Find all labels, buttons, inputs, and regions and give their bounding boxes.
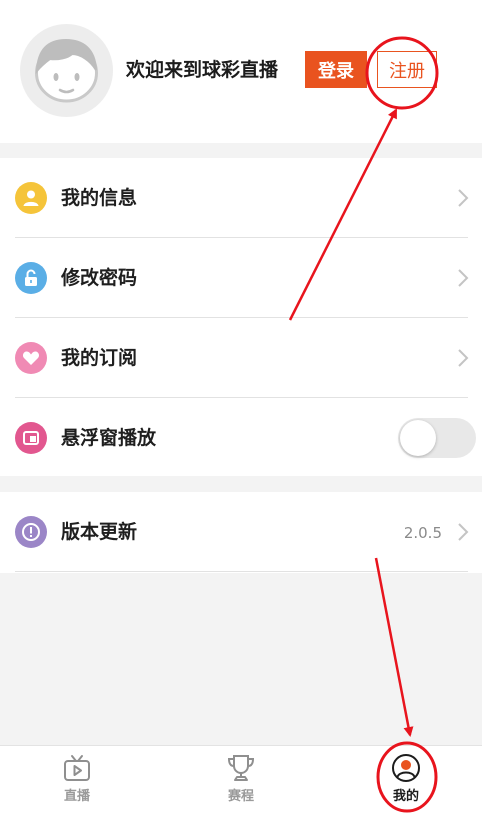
menu-item-version-update[interactable]: 版本更新 2.0.5 xyxy=(0,492,482,572)
trophy-icon xyxy=(225,752,257,784)
menu-item-floating-window: 悬浮窗播放 xyxy=(0,398,482,478)
profile-header: 欢迎来到球彩直播 登录 注册 xyxy=(0,0,482,143)
version-menu: 版本更新 2.0.5 xyxy=(0,492,482,573)
lock-icon xyxy=(15,262,47,294)
exclamation-icon xyxy=(15,516,47,548)
profile-icon xyxy=(390,752,422,784)
chevron-right-icon xyxy=(458,523,469,541)
bottom-tab-bar: 直播 赛程 我的 xyxy=(0,745,482,816)
default-avatar-icon xyxy=(35,38,98,103)
chevron-right-icon xyxy=(458,189,469,207)
settings-menu: 我的信息 修改密码 我的订阅 悬浮窗播放 xyxy=(0,158,482,476)
menu-item-label: 我的订阅 xyxy=(61,347,138,369)
heart-icon xyxy=(15,342,47,374)
menu-item-label: 版本更新 xyxy=(61,521,138,543)
menu-item-my-info[interactable]: 我的信息 xyxy=(0,158,482,238)
tab-mine[interactable]: 我的 xyxy=(376,752,436,812)
chevron-right-icon xyxy=(458,349,469,367)
avatar[interactable] xyxy=(20,24,113,117)
user-icon xyxy=(15,182,47,214)
toggle-knob xyxy=(400,420,436,456)
tab-schedule[interactable]: 赛程 xyxy=(211,752,271,812)
menu-item-label: 悬浮窗播放 xyxy=(61,427,157,449)
menu-item-my-subscriptions[interactable]: 我的订阅 xyxy=(0,318,482,398)
menu-item-change-password[interactable]: 修改密码 xyxy=(0,238,482,318)
version-number: 2.0.5 xyxy=(403,524,442,542)
welcome-text: 欢迎来到球彩直播 xyxy=(126,59,279,81)
menu-item-label: 我的信息 xyxy=(61,187,138,209)
divider xyxy=(15,571,468,572)
float-window-icon xyxy=(15,422,47,454)
annotation-arrow-mine-tab xyxy=(374,557,414,737)
chevron-right-icon xyxy=(458,269,469,287)
tab-label: 我的 xyxy=(392,789,419,804)
tab-live[interactable]: 直播 xyxy=(47,752,107,812)
menu-item-label: 修改密码 xyxy=(61,267,138,289)
tab-label: 赛程 xyxy=(227,789,254,804)
tv-icon xyxy=(61,752,93,784)
floating-window-toggle[interactable] xyxy=(398,418,476,458)
login-button[interactable]: 登录 xyxy=(305,51,367,88)
register-button[interactable]: 注册 xyxy=(377,51,437,88)
tab-label: 直播 xyxy=(63,789,90,804)
